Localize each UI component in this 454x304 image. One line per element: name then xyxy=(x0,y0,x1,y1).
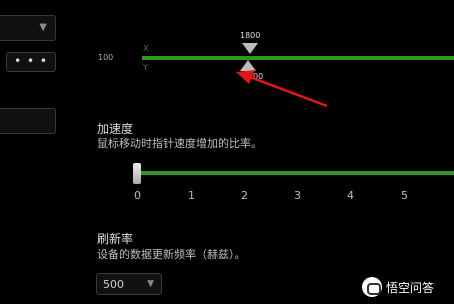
acceleration-tick-1: 1 xyxy=(188,189,195,202)
sensitivity-x-handle[interactable] xyxy=(242,43,258,54)
refresh-rate-title: 刷新率 xyxy=(97,232,134,246)
more-options-button[interactable]: • • • xyxy=(6,52,56,72)
acceleration-tick-3: 3 xyxy=(294,189,301,202)
top-left-dropdown[interactable]: ▼ xyxy=(0,15,56,41)
annotation-arrow-icon xyxy=(236,70,328,108)
acceleration-tick-0: 0 xyxy=(134,189,141,202)
refresh-rate-description: 设备的数据更新频率（赫兹）。 xyxy=(97,248,246,261)
chevron-down-icon: ▼ xyxy=(147,279,154,289)
sensitivity-slider-track[interactable] xyxy=(142,56,454,60)
left-input-field[interactable] xyxy=(0,108,56,134)
acceleration-description: 鼠标移动时指针速度增加的比率。 xyxy=(97,137,262,150)
watermark-logo-icon xyxy=(362,277,382,297)
acceleration-tick-5: 5 xyxy=(401,189,408,202)
chevron-down-icon: ▼ xyxy=(39,22,47,33)
watermark-text: 悟空问答 xyxy=(386,281,435,295)
acceleration-tick-2: 2 xyxy=(241,189,248,202)
sensitivity-min-label: 100 xyxy=(98,53,114,62)
acceleration-tick-4: 4 xyxy=(347,189,354,202)
acceleration-slider-track[interactable] xyxy=(137,171,454,175)
sensitivity-x-value: 1800 xyxy=(240,31,261,40)
axis-x-label: X xyxy=(143,44,149,53)
axis-y-label: Y xyxy=(143,63,148,72)
refresh-rate-selected-value: 500 xyxy=(103,278,124,291)
refresh-rate-select[interactable]: 500 ▼ xyxy=(96,273,162,295)
acceleration-slider-handle[interactable] xyxy=(133,163,141,184)
